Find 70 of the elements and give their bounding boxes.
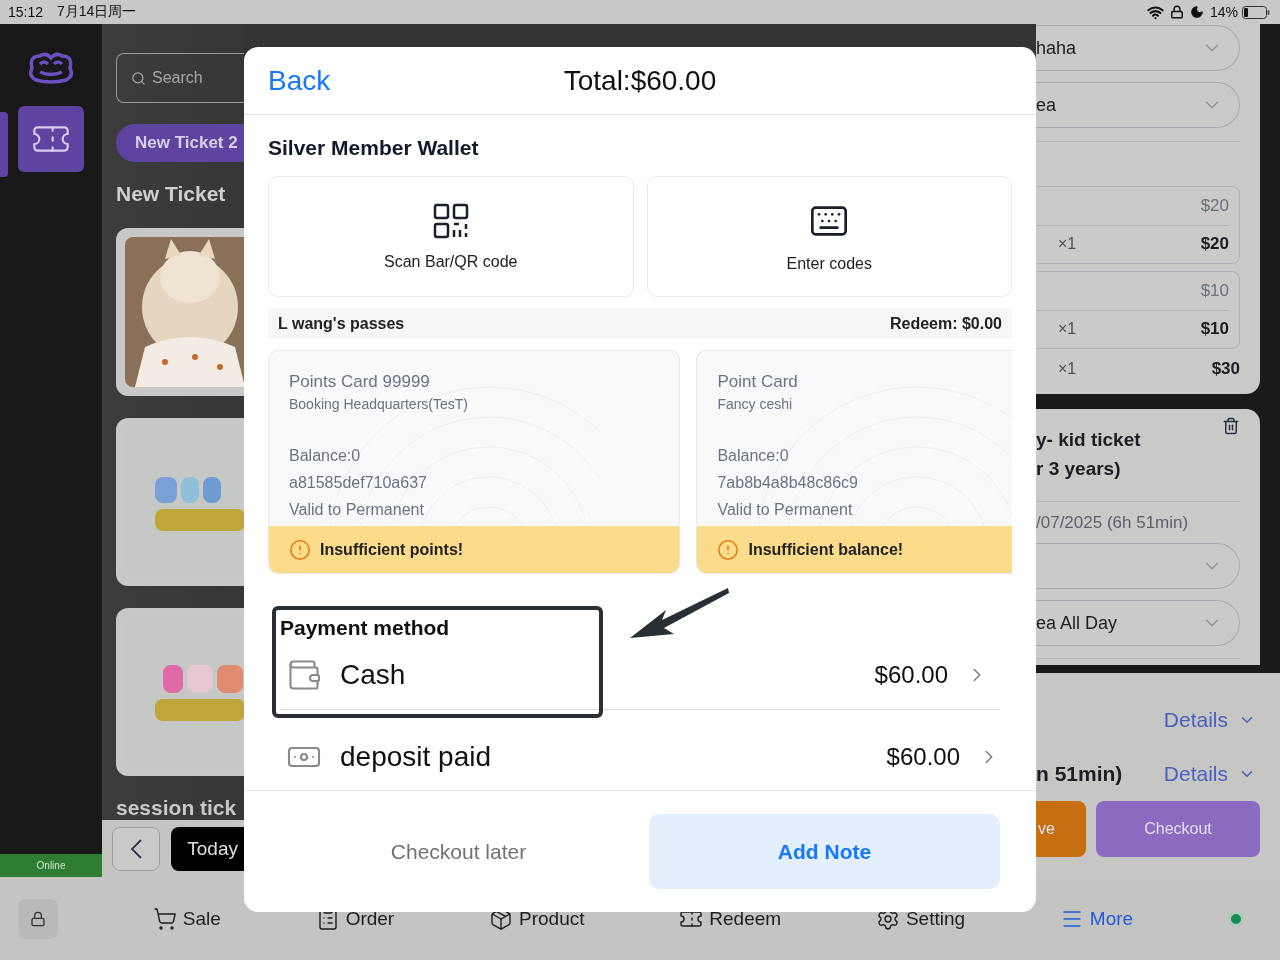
status-dot <box>1227 910 1244 927</box>
add-note-button[interactable]: Add Note <box>649 814 1000 889</box>
section-heading: session tick <box>116 796 238 820</box>
ticket-heading: New Ticket <box>116 182 227 206</box>
status-date: 7月14日周一 <box>57 3 137 21</box>
redeem-amount: Redeem: $0.00 <box>889 314 1002 333</box>
line-price: $20 <box>1200 234 1229 255</box>
warning-text: Insufficient points! <box>320 540 464 559</box>
pass-card[interactable]: Points Card 99999 Booking Headquarters(TesT) Balance:0 a81585def710a637 Valid to Permanent Insufficient points! <box>268 350 681 574</box>
payment-method-row[interactable]: Cash $60.00 <box>280 640 1000 710</box>
cart-icon <box>152 906 177 931</box>
wifi-icon <box>1146 3 1164 21</box>
quantity: ×1 <box>1058 320 1077 339</box>
unit-price: $20 <box>1200 195 1229 216</box>
card-validity: Valid to Permanent <box>289 500 425 520</box>
enter-codes-button[interactable]: Enter codes <box>646 176 1012 297</box>
nav-tab[interactable]: Redeem <box>679 906 782 931</box>
chevron-left-icon <box>130 838 143 859</box>
nav-tab[interactable]: Setting <box>875 906 966 931</box>
scan-code-button[interactable]: Scan Bar/QR code <box>268 176 634 297</box>
moon-icon <box>1189 5 1204 19</box>
today-button[interactable]: Today <box>171 826 244 871</box>
previous-button[interactable] <box>112 826 161 871</box>
card-balance: Balance:0 <box>289 446 362 466</box>
payment-title: Payment method <box>280 616 451 640</box>
nav-tab[interactable]: Sale <box>152 906 221 931</box>
frog-logo <box>26 50 76 84</box>
delete-icon[interactable] <box>1222 417 1240 436</box>
ticket-time: /07/2025 (6h 51min) <box>1036 513 1190 534</box>
rotation-lock-icon <box>1169 5 1184 19</box>
card-subtitle: Fancy ceshi <box>717 396 794 412</box>
product-card[interactable] <box>116 228 244 396</box>
total-amount: Total:$60.00 <box>563 64 717 97</box>
pass-card[interactable]: Point Card Fancy ceshi Balance:0 7ab8b4a8b48c86c9 Valid to Permanent Insufficient balance! <box>696 350 1012 574</box>
nav-tab[interactable]: Product <box>489 906 585 931</box>
card-validity: Valid to Permanent <box>717 500 854 520</box>
alert-icon <box>289 538 311 561</box>
wallet-title: Silver Member Wallet <box>268 136 480 160</box>
summary-text: n 51min) <box>1036 762 1123 786</box>
back-link[interactable]: Back <box>268 64 331 97</box>
warning-text: Insufficient balance! <box>748 540 904 559</box>
battery-icon <box>1242 5 1270 19</box>
card-balance: Balance:0 <box>717 446 790 466</box>
card-subtitle: Booking Headquarters(TesT) <box>289 396 469 412</box>
card-code: a81585def710a637 <box>289 473 428 493</box>
lock-icon <box>30 910 46 927</box>
passes-owner: L wang's passes <box>278 314 405 333</box>
connection-status: Online <box>0 854 102 877</box>
battery-level: 14% <box>1209 4 1238 20</box>
card-title: Points Card 99999 <box>289 372 431 392</box>
unit-price: $10 <box>1200 280 1229 301</box>
card-title: Point Card <box>717 372 799 392</box>
nav-tab[interactable]: Order <box>315 906 395 931</box>
checkout-later-button[interactable]: Checkout later <box>384 838 533 865</box>
status-time: 15:12 <box>8 4 44 20</box>
line-price: $30 <box>1211 359 1240 379</box>
line-price: $10 <box>1200 319 1229 340</box>
search-icon <box>131 71 146 86</box>
alert-icon <box>717 538 740 561</box>
quantity: ×1 <box>1058 360 1077 378</box>
payment-method-row[interactable]: deposit paid $60.00 <box>280 710 1012 790</box>
ticket-tab[interactable]: New Ticket 2 <box>116 124 244 162</box>
quantity: ×1 <box>1058 235 1077 254</box>
ticket-title: y- kid ticket <box>1036 427 1142 452</box>
search-field[interactable]: Search <box>116 53 244 103</box>
card-code: 7ab8b4a8b48c86c9 <box>717 473 859 493</box>
ticket-nav-button[interactable] <box>18 106 84 172</box>
ticket-title: r 3 years) <box>1036 456 1122 481</box>
lock-button[interactable] <box>18 898 58 939</box>
qr-code-icon <box>432 202 469 239</box>
